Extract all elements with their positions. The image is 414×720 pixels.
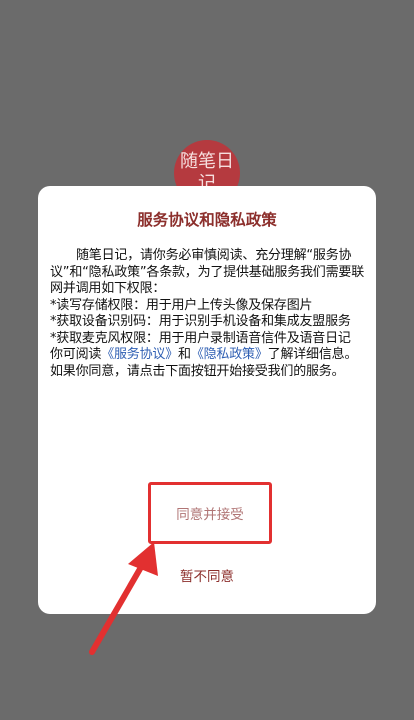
permission-device-id: *获取设备识别码：用于识别手机设备和集成友盟服务 xyxy=(50,314,351,329)
read-prefix: 你可阅读 xyxy=(50,347,102,362)
permission-storage: *读写存储权限：用于用户上传头像及保存图片 xyxy=(50,297,313,313)
dialog-title: 服务协议和隐私政策 xyxy=(137,211,277,229)
read-agreement-text: 你可阅读《服务协议》和《隐私政策》了解详细信息。如果你同意，请点击下面按钮开始接… xyxy=(50,347,364,380)
disagree-button[interactable]: 暂不同意 xyxy=(38,564,376,586)
service-agreement-link[interactable]: 《服务协议》 xyxy=(101,347,178,362)
privacy-dialog: 服务协议和隐私政策 随笔日记，请你务必审慎阅读、充分理解“服务协议”和“隐私政策… xyxy=(38,186,376,614)
permission-microphone: *获取麦克风权限：用于用户录制语音信件及语音日记 xyxy=(50,330,351,346)
intro-text: 随笔日记，请你务必审慎阅读、充分理解“服务协议”和“隐私政策”各条款，为了提供基… xyxy=(50,248,365,296)
privacy-policy-link[interactable]: 《隐私政策》 xyxy=(191,347,268,362)
dialog-body: 随笔日记，请你务必审慎阅读、充分理解“服务协议”和“隐私政策”各条款，为了提供基… xyxy=(50,248,364,380)
agree-highlight-box: 同意并接受 xyxy=(148,482,272,544)
agree-button[interactable]: 同意并接受 xyxy=(162,495,258,531)
and-text: 和 xyxy=(178,347,191,362)
